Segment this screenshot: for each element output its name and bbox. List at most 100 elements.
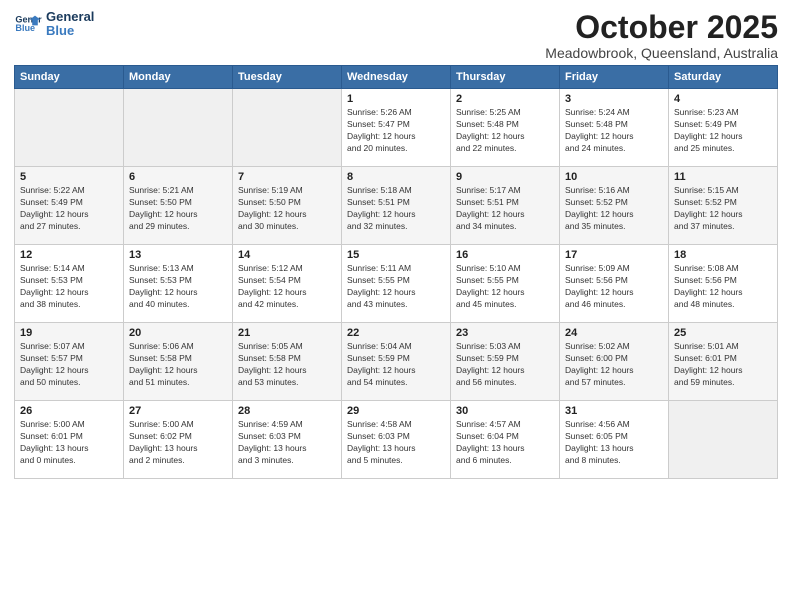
day-number: 29	[347, 405, 445, 417]
day-info: Sunrise: 5:11 AM Sunset: 5:55 PM Dayligh…	[347, 263, 445, 311]
day-number: 22	[347, 327, 445, 339]
table-row: 5Sunrise: 5:22 AM Sunset: 5:49 PM Daylig…	[15, 167, 124, 245]
day-info: Sunrise: 5:00 AM Sunset: 6:01 PM Dayligh…	[20, 419, 118, 467]
day-info: Sunrise: 5:01 AM Sunset: 6:01 PM Dayligh…	[674, 341, 772, 389]
day-info: Sunrise: 4:58 AM Sunset: 6:03 PM Dayligh…	[347, 419, 445, 467]
day-number: 24	[565, 327, 663, 339]
calendar-week-row: 5Sunrise: 5:22 AM Sunset: 5:49 PM Daylig…	[15, 167, 778, 245]
day-info: Sunrise: 5:10 AM Sunset: 5:55 PM Dayligh…	[456, 263, 554, 311]
day-info: Sunrise: 5:07 AM Sunset: 5:57 PM Dayligh…	[20, 341, 118, 389]
table-row: 10Sunrise: 5:16 AM Sunset: 5:52 PM Dayli…	[560, 167, 669, 245]
table-row	[124, 89, 233, 167]
logo: General Blue General Blue	[14, 10, 94, 39]
col-saturday: Saturday	[669, 66, 778, 89]
table-row: 15 Sunrise: 5:11 AM Sunset: 5:55 PM Dayli…	[342, 245, 451, 323]
table-row: 9 Sunrise: 5:17 AM Sunset: 5:51 PM Daylig…	[451, 167, 560, 245]
table-row: 2 Sunrise: 5:25 AM Sunset: 5:48 PM Daylig…	[451, 89, 560, 167]
day-info: Sunrise: 4:59 AM Sunset: 6:03 PM Dayligh…	[238, 419, 336, 467]
table-row: 18 Sunrise: 5:08 AM Sunset: 5:56 PM Dayli…	[669, 245, 778, 323]
table-row: 24 Sunrise: 5:02 AM Sunset: 6:00 PM Dayli…	[560, 323, 669, 401]
header: General Blue General Blue October 2025 M…	[14, 10, 778, 61]
day-info: Sunrise: 5:04 AM Sunset: 5:59 PM Dayligh…	[347, 341, 445, 389]
day-number: 4	[674, 93, 772, 105]
day-number: 2	[456, 93, 554, 105]
table-row: 3 Sunrise: 5:24 AM Sunset: 5:48 PM Daylig…	[560, 89, 669, 167]
day-number: 26	[20, 405, 118, 417]
day-info: Sunrise: 5:14 AM Sunset: 5:53 PM Dayligh…	[20, 263, 118, 311]
day-number: 23	[456, 327, 554, 339]
calendar-table: Sunday Monday Tuesday Wednesday Thursday…	[14, 65, 778, 479]
calendar-week-row: 26 Sunrise: 5:00 AM Sunset: 6:01 PM Dayli…	[15, 401, 778, 479]
day-info: Sunrise: 5:13 AM Sunset: 5:53 PM Dayligh…	[129, 263, 227, 311]
day-info: Sunrise: 5:06 AM Sunset: 5:58 PM Dayligh…	[129, 341, 227, 389]
day-number: 28	[238, 405, 336, 417]
table-row: 8 Sunrise: 5:18 AM Sunset: 5:51 PM Daylig…	[342, 167, 451, 245]
calendar-week-row: 1Sunrise: 5:26 AM Sunset: 5:47 PM Daylig…	[15, 89, 778, 167]
day-number: 18	[674, 249, 772, 261]
table-row: 7 Sunrise: 5:19 AM Sunset: 5:50 PM Daylig…	[233, 167, 342, 245]
day-number: 27	[129, 405, 227, 417]
table-row	[233, 89, 342, 167]
table-row: 13Sunrise: 5:13 AM Sunset: 5:53 PM Dayli…	[124, 245, 233, 323]
day-info: Sunrise: 4:56 AM Sunset: 6:05 PM Dayligh…	[565, 419, 663, 467]
day-number: 5	[20, 171, 118, 183]
day-number: 6	[129, 171, 227, 183]
day-info: Sunrise: 5:05 AM Sunset: 5:58 PM Dayligh…	[238, 341, 336, 389]
day-info: Sunrise: 5:00 AM Sunset: 6:02 PM Dayligh…	[129, 419, 227, 467]
table-row: 6 Sunrise: 5:21 AM Sunset: 5:50 PM Daylig…	[124, 167, 233, 245]
day-info: Sunrise: 5:08 AM Sunset: 5:56 PM Dayligh…	[674, 263, 772, 311]
calendar-week-row: 19 Sunrise: 5:07 AM Sunset: 5:57 PM Dayli…	[15, 323, 778, 401]
col-monday: Monday	[124, 66, 233, 89]
calendar-header-row: Sunday Monday Tuesday Wednesday Thursday…	[15, 66, 778, 89]
table-row: 21 Sunrise: 5:05 AM Sunset: 5:58 PM Dayli…	[233, 323, 342, 401]
logo-text-general: General	[46, 10, 94, 24]
day-number: 30	[456, 405, 554, 417]
table-row: 25Sunrise: 5:01 AM Sunset: 6:01 PM Dayli…	[669, 323, 778, 401]
month-title: October 2025	[545, 10, 778, 45]
day-number: 9	[456, 171, 554, 183]
day-info: Sunrise: 5:18 AM Sunset: 5:51 PM Dayligh…	[347, 185, 445, 233]
table-row: 26 Sunrise: 5:00 AM Sunset: 6:01 PM Dayli…	[15, 401, 124, 479]
table-row: 31 Sunrise: 4:56 AM Sunset: 6:05 PM Dayli…	[560, 401, 669, 479]
table-row: 27 Sunrise: 5:00 AM Sunset: 6:02 PM Dayli…	[124, 401, 233, 479]
day-info: Sunrise: 5:09 AM Sunset: 5:56 PM Dayligh…	[565, 263, 663, 311]
day-number: 3	[565, 93, 663, 105]
table-row: 17 Sunrise: 5:09 AM Sunset: 5:56 PM Dayli…	[560, 245, 669, 323]
day-number: 1	[347, 93, 445, 105]
day-number: 11	[674, 171, 772, 183]
day-number: 20	[129, 327, 227, 339]
day-info: Sunrise: 5:21 AM Sunset: 5:50 PM Dayligh…	[129, 185, 227, 233]
logo-text-blue: Blue	[46, 24, 94, 38]
day-info: Sunrise: 5:25 AM Sunset: 5:48 PM Dayligh…	[456, 107, 554, 155]
day-info: Sunrise: 5:12 AM Sunset: 5:54 PM Dayligh…	[238, 263, 336, 311]
table-row: 30 Sunrise: 4:57 AM Sunset: 6:04 PM Dayli…	[451, 401, 560, 479]
table-row: 22 Sunrise: 5:04 AM Sunset: 5:59 PM Dayli…	[342, 323, 451, 401]
day-info: Sunrise: 4:57 AM Sunset: 6:04 PM Dayligh…	[456, 419, 554, 467]
day-info: Sunrise: 5:24 AM Sunset: 5:48 PM Dayligh…	[565, 107, 663, 155]
table-row: 28 Sunrise: 4:59 AM Sunset: 6:03 PM Dayli…	[233, 401, 342, 479]
day-info: Sunrise: 5:17 AM Sunset: 5:51 PM Dayligh…	[456, 185, 554, 233]
table-row: 11 Sunrise: 5:15 AM Sunset: 5:52 PM Dayli…	[669, 167, 778, 245]
day-number: 12	[20, 249, 118, 261]
col-friday: Friday	[560, 66, 669, 89]
table-row: 12 Sunrise: 5:14 AM Sunset: 5:53 PM Dayli…	[15, 245, 124, 323]
col-tuesday: Tuesday	[233, 66, 342, 89]
day-number: 15	[347, 249, 445, 261]
day-info: Sunrise: 5:23 AM Sunset: 5:49 PM Dayligh…	[674, 107, 772, 155]
day-number: 19	[20, 327, 118, 339]
table-row: 4 Sunrise: 5:23 AM Sunset: 5:49 PM Daylig…	[669, 89, 778, 167]
day-number: 8	[347, 171, 445, 183]
col-wednesday: Wednesday	[342, 66, 451, 89]
day-info: Sunrise: 5:15 AM Sunset: 5:52 PM Dayligh…	[674, 185, 772, 233]
calendar-week-row: 12 Sunrise: 5:14 AM Sunset: 5:53 PM Dayli…	[15, 245, 778, 323]
day-number: 7	[238, 171, 336, 183]
day-info: Sunrise: 5:02 AM Sunset: 6:00 PM Dayligh…	[565, 341, 663, 389]
col-sunday: Sunday	[15, 66, 124, 89]
day-number: 17	[565, 249, 663, 261]
day-info: Sunrise: 5:19 AM Sunset: 5:50 PM Dayligh…	[238, 185, 336, 233]
day-info: Sunrise: 5:03 AM Sunset: 5:59 PM Dayligh…	[456, 341, 554, 389]
day-number: 31	[565, 405, 663, 417]
svg-text:Blue: Blue	[15, 23, 35, 33]
day-number: 21	[238, 327, 336, 339]
col-thursday: Thursday	[451, 66, 560, 89]
